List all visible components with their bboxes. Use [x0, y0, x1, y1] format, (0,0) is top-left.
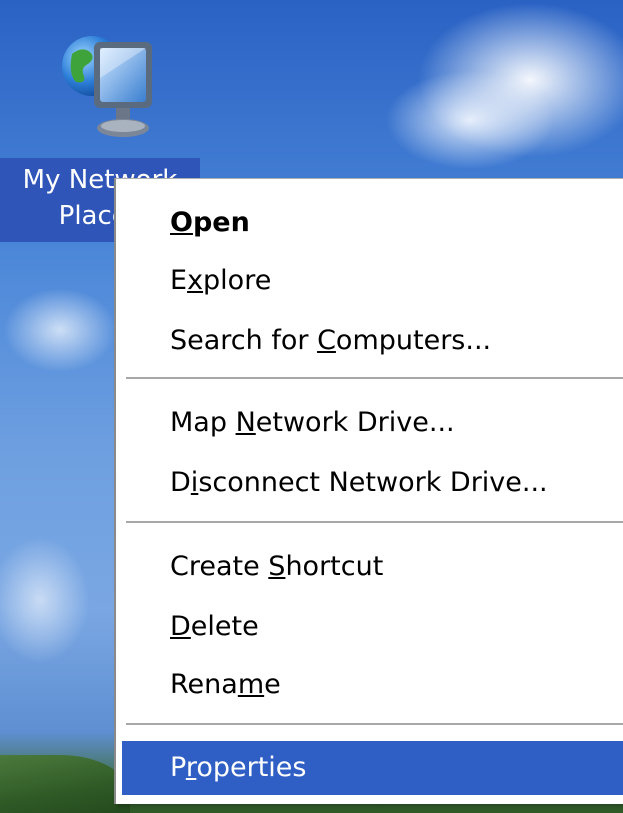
menu-item-properties-post: operties [196, 752, 307, 783]
menu-item-rename-post: e [264, 669, 281, 700]
menu-item-properties[interactable]: Properties [122, 741, 623, 795]
menu-item-rename-accel: m [237, 669, 265, 700]
menu-item-disconnect-post: sconnect Network Drive... [198, 467, 548, 498]
menu-item-map-network-drive[interactable]: Map Network Drive... [122, 397, 623, 449]
menu-separator [126, 377, 623, 379]
menu-item-disconnect-pre: D [170, 467, 191, 498]
menu-item-properties-pre: P [170, 752, 186, 783]
menu-item-delete[interactable]: Delete [122, 601, 623, 653]
menu-item-map-accel: N [235, 407, 256, 438]
menu-item-create-shortcut[interactable]: Create Shortcut [122, 541, 623, 593]
network-places-icon [62, 36, 152, 137]
menu-item-search-accel: C [317, 325, 336, 356]
menu-item-rename[interactable]: Rename [122, 659, 623, 711]
menu-item-map-pre: Map [170, 407, 236, 438]
menu-separator [126, 521, 623, 523]
screen: My Network Places Open Explore Search fo… [0, 0, 623, 813]
menu-item-search-pre: Search for [170, 325, 318, 356]
menu-item-rename-pre: Rena [170, 669, 238, 700]
menu-item-explore[interactable]: Explore [122, 255, 623, 307]
menu-item-explore-post: plore [203, 265, 272, 296]
menu-item-properties-accel: r [185, 752, 197, 783]
menu-item-delete-post: elete [190, 611, 259, 642]
menu-item-search-post: omputers... [335, 325, 492, 356]
menu-separator [126, 723, 623, 725]
menu-item-disconnect-network-drive[interactable]: Disconnect Network Drive... [122, 457, 623, 509]
menu-item-open[interactable]: Open [122, 197, 623, 249]
menu-item-map-post: etwork Drive... [255, 407, 455, 438]
context-menu: Open Explore Search for Computers... Map… [114, 178, 623, 804]
menu-item-search-for-computers[interactable]: Search for Computers... [122, 315, 623, 367]
menu-item-shortcut-post: hortcut [285, 551, 384, 582]
menu-item-delete-accel: D [170, 611, 191, 642]
menu-item-shortcut-accel: S [268, 551, 286, 582]
menu-item-explore-accel: x [187, 265, 204, 296]
menu-item-shortcut-pre: Create [170, 551, 269, 582]
menu-item-open-post: pen [192, 207, 250, 238]
menu-item-open-accel: O [170, 207, 193, 238]
menu-item-explore-pre: E [170, 265, 188, 296]
